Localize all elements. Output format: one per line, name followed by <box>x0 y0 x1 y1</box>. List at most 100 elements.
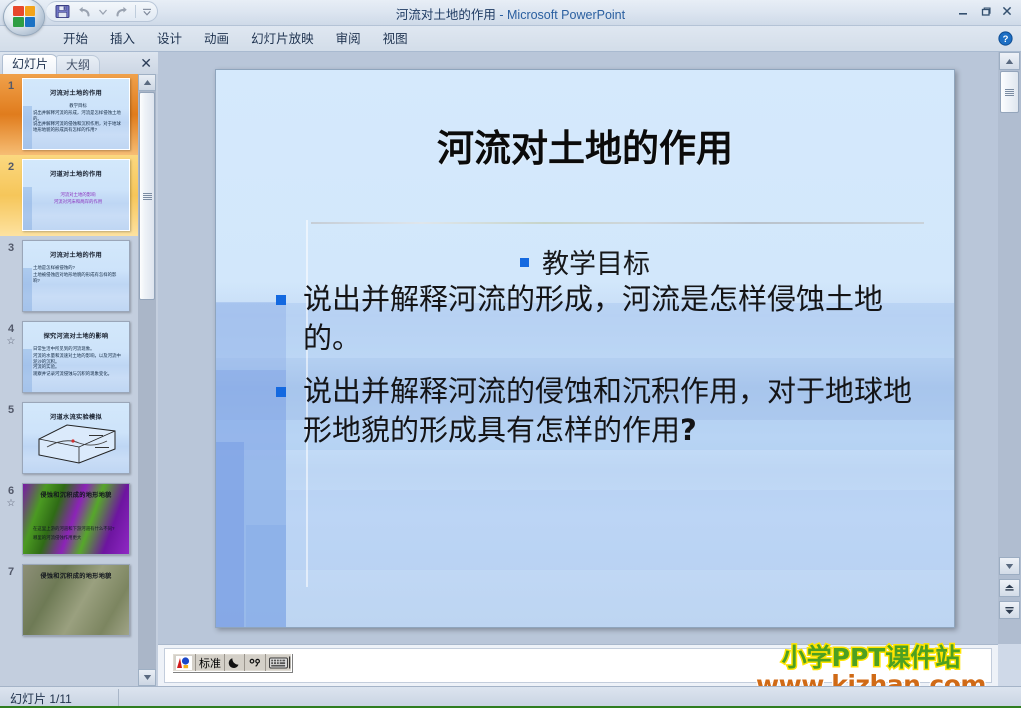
slides-scroll-thumb[interactable] <box>139 92 155 300</box>
tab-review[interactable]: 审阅 <box>325 26 372 52</box>
tab-animations[interactable]: 动画 <box>193 26 240 52</box>
slide-thumbnail-preview[interactable]: 河道水流实验模拟 <box>22 402 130 474</box>
next-slide-button[interactable] <box>999 601 1020 619</box>
undo-dropdown-icon[interactable] <box>98 4 107 19</box>
slide-thumbnail-7[interactable]: 7 侵蚀和沉积成的地形地貌 <box>0 560 138 641</box>
scroll-up-button[interactable] <box>138 74 156 91</box>
slide-body-placeholder[interactable]: 说出并解释河流的形成，河流是怎样侵蚀土地的。 说出并解释河流的侵蚀和沉积作用，对… <box>271 280 932 464</box>
thumbnail-line: 土地是怎样被侵蚀的? <box>33 265 75 270</box>
slide-thumbnail-5[interactable]: 5 河道水流实验模拟 <box>0 398 138 479</box>
thumbnail-content: 河道水流实验模拟 <box>23 403 129 473</box>
slide-bullet-1-text: 说出并解释河流的形成，河流是怎样侵蚀土地的。 <box>303 282 884 355</box>
slide-bullet-2-text: 说出并解释河流的侵蚀和沉积作用，对于地球地形地貌的形成具有怎样的作用 <box>303 374 913 447</box>
slide-thumbnail-number: 2 <box>7 161 15 173</box>
slide-thumbnail-preview[interactable]: 探究河流对土地的影响 日常生活中所见到的河流现象。 河流的水量和流速对土地的影响，以… <box>22 321 130 393</box>
status-bar: 幻灯片 1/11 <box>0 686 1021 708</box>
thumbnail-content: 侵蚀和沉积成的地形地貌 <box>23 565 129 635</box>
thumbnail-side-band <box>23 267 32 311</box>
office-logo-icon <box>13 6 35 27</box>
window-title-separator: - <box>495 8 507 22</box>
thumbnail-side-band <box>23 348 32 392</box>
window-title-document: 河流对土地的作用 <box>395 8 496 22</box>
slide-thumbnail-number: 3 <box>7 242 15 254</box>
window-title-app: Microsoft PowerPoint <box>507 8 626 22</box>
tab-view[interactable]: 视图 <box>372 26 419 52</box>
slide-thumbnail-1[interactable]: 1 河流对土地的作用 教学目标 说出并解释河流的形成，河流是怎样侵蚀土地的。 说出并解释… <box>0 74 138 155</box>
slide-title[interactable]: 河流对土地的作用 <box>216 118 954 172</box>
slide-band-4 <box>216 490 954 570</box>
slide-thumbnail-preview[interactable]: 河流对土地的作用土地是怎样被侵蚀的? 土地被侵蚀后对地形地貌的形成有怎样的影响? <box>22 240 130 312</box>
thumbnail-title: 河流对土地的作用 <box>50 90 102 97</box>
ribbon-tabs: 开始 插入 设计 动画 幻灯片放映 审阅 视图 <box>52 26 419 52</box>
slide-thumbnail-number: 6 ☆ <box>0 479 22 560</box>
thumbnail-line: 河流对土地的影响 <box>60 192 96 197</box>
svg-text:?: ? <box>1003 34 1009 45</box>
slide-leftcol-5 <box>246 525 286 627</box>
slide-thumbnail-list[interactable]: 1 河流对土地的作用 教学目标 说出并解释河流的形成，河流是怎样侵蚀土地的。 说出并解释… <box>0 74 138 686</box>
ime-punctuation-icon[interactable] <box>245 654 266 671</box>
slide-horizontal-rule <box>311 222 924 224</box>
slide-scroll-down-button[interactable] <box>999 557 1020 575</box>
customize-qat-icon[interactable] <box>142 4 152 19</box>
office-button[interactable] <box>2 0 46 37</box>
thumbnail-line: 观察并记录河流侵蚀与沉积的现象变化。 <box>33 371 113 376</box>
thumbnail-content: 河道对土地的作用 河流对土地的影响河流对河床和两岸的作用 <box>23 160 129 230</box>
tab-slides[interactable]: 幻灯片 <box>2 54 59 74</box>
thumbnail-title: 侵蚀和沉积成的地形地貌 <box>40 492 112 499</box>
slide-scroll-up-button[interactable] <box>999 52 1020 70</box>
slides-pane-scrollbar[interactable] <box>138 74 156 686</box>
scroll-down-button[interactable] <box>138 669 156 686</box>
scroll-grip-icon <box>142 192 152 201</box>
slide-thumbnail-preview[interactable]: 河流对土地的作用 教学目标 说出并解释河流的形成，河流是怎样侵蚀土地的。 说出并解释河… <box>22 78 130 150</box>
tab-design[interactable]: 设计 <box>146 26 193 52</box>
thumbnail-title: 河流对土地的作用 <box>50 252 102 259</box>
ime-language-bar[interactable]: 标准 <box>172 653 292 672</box>
thumbnail-title: 河道水流实验模拟 <box>50 414 102 421</box>
thumbnail-title: 侵蚀和沉积成的地形地貌 <box>40 573 112 580</box>
close-icon[interactable] <box>997 2 1017 20</box>
ime-logo-icon[interactable] <box>173 654 196 671</box>
slide-thumbnail-number: 5 <box>7 404 15 416</box>
slide-scroll-thumb[interactable] <box>1000 71 1019 113</box>
previous-slide-button[interactable] <box>999 579 1020 597</box>
slide-thumbnail-2[interactable]: 2 河道对土地的作用 河流对土地的影响河流对河床和两岸的作用 <box>0 155 138 236</box>
undo-icon[interactable] <box>76 4 92 19</box>
slide-position-indicator: 幻灯片 1/11 <box>10 692 72 706</box>
title-bar: 河流对土地的作用 - Microsoft PowerPoint <box>0 0 1021 35</box>
ime-moon-icon[interactable] <box>225 654 245 671</box>
thumbnail-side-band <box>23 186 32 230</box>
close-pane-icon[interactable]: ✕ <box>140 55 152 72</box>
thumbnail-title: 河道对土地的作用 <box>50 171 102 178</box>
slide-thumbnail-6[interactable]: 6 ☆ 侵蚀和沉积成的地形地貌 在这里上游的河道和下游河道有什么不同? 哪里的河流侵蚀作… <box>0 479 138 560</box>
subtitle-bullet-icon <box>520 258 529 267</box>
restore-icon[interactable] <box>975 2 995 20</box>
minimize-icon[interactable] <box>953 2 973 20</box>
tab-home[interactable]: 开始 <box>52 26 99 52</box>
slide-thumbnail-preview[interactable]: 侵蚀和沉积成的地形地貌 在这里上游的河道和下游河道有什么不同? 哪里的河流侵蚀作用更… <box>22 483 130 555</box>
quick-access-toolbar <box>46 1 158 22</box>
current-slide[interactable]: 河流对土地的作用 教学目标 说出并解释河流的形成，河流是怎样侵蚀土地的。 说出并… <box>215 69 955 628</box>
slide-thumbnail-preview[interactable]: 河道对土地的作用 河流对土地的影响河流对河床和两岸的作用 <box>22 159 130 231</box>
ribbon-tab-strip: 开始 插入 设计 动画 幻灯片放映 审阅 视图 ? <box>0 26 1021 52</box>
slide-thumbnail-4[interactable]: 4 ☆ 探究河流对土地的影响 日常生活中所见到的河流现象。 河流的水量和流速对土地的影响… <box>0 317 138 398</box>
thumbnail-line: 土地被侵蚀后对地形地貌的形成有怎样的影响? <box>33 272 117 283</box>
slide-thumbnail-3[interactable]: 3 河流对土地的作用土地是怎样被侵蚀的? 土地被侵蚀后对地形地貌的形成有怎样的影响? <box>0 236 138 317</box>
slide-thumbnail-preview[interactable]: 侵蚀和沉积成的地形地貌 <box>22 564 130 636</box>
slide-editing-area: 河流对土地的作用 教学目标 说出并解释河流的形成，河流是怎样侵蚀土地的。 说出并… <box>158 52 998 644</box>
help-icon[interactable]: ? <box>998 31 1013 46</box>
slide-subtitle[interactable]: 教学目标 <box>216 242 954 281</box>
thumbnail-line: 在这里上游的河道和下游河道有什么不同? <box>33 526 115 531</box>
slide-bullet-1: 说出并解释河流的形成，河流是怎样侵蚀土地的。 <box>271 280 932 358</box>
tab-slideshow[interactable]: 幻灯片放映 <box>240 26 325 52</box>
window-controls <box>953 2 1017 20</box>
redo-icon[interactable] <box>113 4 129 19</box>
animation-star-icon: ☆ <box>6 336 16 347</box>
notes-text-caret: | <box>288 654 292 669</box>
save-icon[interactable] <box>54 4 70 19</box>
ime-mode-label[interactable]: 标准 <box>196 654 225 671</box>
slide-scrollbar[interactable] <box>998 52 1021 644</box>
tab-insert[interactable]: 插入 <box>99 26 146 52</box>
thumbnail-line: 河流对河床和两岸的作用 <box>53 199 103 204</box>
tab-outline[interactable]: 大纲 <box>56 55 101 74</box>
animation-star-icon: ☆ <box>6 498 16 509</box>
